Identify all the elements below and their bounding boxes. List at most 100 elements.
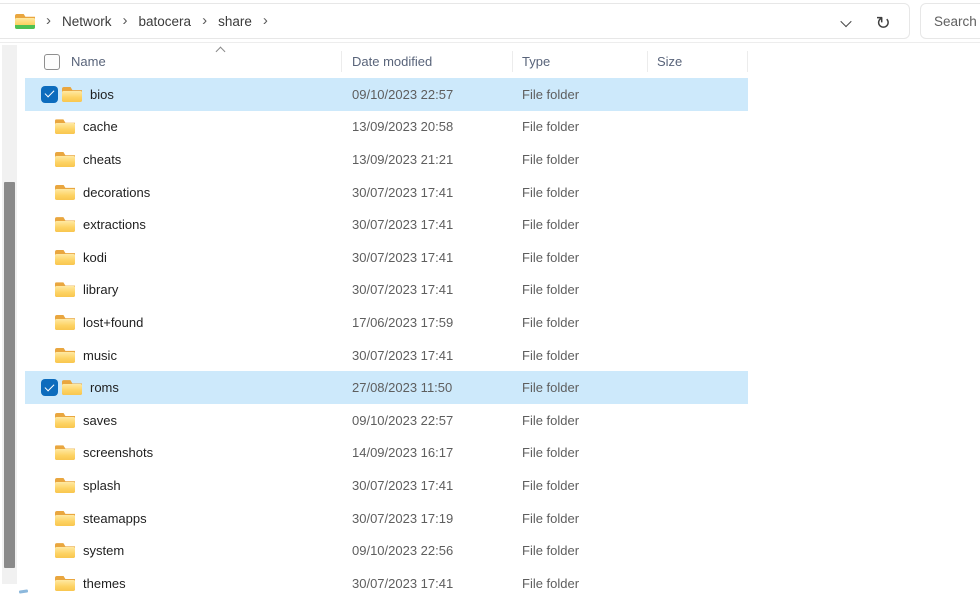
type-cell: File folder	[513, 78, 648, 111]
type-cell: File folder	[513, 371, 648, 404]
size-cell	[648, 78, 748, 111]
type-cell: File folder	[513, 111, 648, 144]
breadcrumb-item-batocera[interactable]: batocera	[137, 10, 194, 33]
file-name: cheats	[83, 152, 121, 167]
folder-icon	[55, 119, 75, 134]
breadcrumb-item-Network[interactable]: Network	[60, 10, 114, 33]
folder-icon	[55, 185, 75, 200]
table-row[interactable]: themes30/07/2023 17:41File folder	[25, 567, 748, 597]
table-row[interactable]: music 30/07/2023 17:41File folder	[25, 339, 748, 372]
file-name: cache	[83, 119, 118, 134]
folder-icon	[62, 87, 82, 102]
column-header-size[interactable]: Size	[648, 45, 748, 78]
date-modified-cell: 30/07/2023 17:41	[342, 469, 513, 502]
vertical-scrollbar[interactable]	[2, 45, 17, 584]
select-all-checkbox[interactable]	[44, 54, 60, 70]
type-cell: File folder	[513, 469, 648, 502]
folder-icon	[55, 478, 75, 493]
toolbar: ›Network›batocera›share› ↻ Search sha	[0, 0, 980, 43]
size-cell	[648, 339, 748, 372]
scrollbar-thumb[interactable]	[4, 182, 15, 568]
checked-checkbox[interactable]	[41, 379, 58, 396]
address-bar[interactable]: ›Network›batocera›share› ↻	[0, 3, 910, 39]
name-cell: library	[25, 274, 342, 307]
file-list: NameDate modifiedTypeSize bios09/10/2023…	[25, 45, 748, 597]
size-cell	[648, 208, 748, 241]
column-header-type[interactable]: Type	[513, 45, 648, 78]
refresh-icon: ↻	[875, 14, 890, 32]
folder-icon	[55, 576, 75, 591]
name-cell: cheats	[25, 143, 342, 176]
type-cell: File folder	[513, 241, 648, 274]
table-row[interactable]: lost+found17/06/2023 17:59File folder	[25, 306, 748, 339]
refresh-button[interactable]: ↻	[871, 10, 895, 36]
table-row[interactable]: saves09/10/2023 22:57File folder	[25, 404, 748, 437]
table-row[interactable]: cheats13/09/2023 21:21File folder	[25, 143, 748, 176]
type-cell: File folder	[513, 404, 648, 437]
column-header-date-modified[interactable]: Date modified	[342, 45, 513, 78]
size-cell	[648, 274, 748, 307]
date-modified-cell: 30/07/2023 17:41	[342, 274, 513, 307]
file-name: splash	[83, 478, 121, 493]
table-row[interactable]: system09/10/2023 22:56File folder	[25, 534, 748, 567]
file-name: steamapps	[83, 511, 147, 526]
table-row[interactable]: splash 30/07/2023 17:41File folder	[25, 469, 748, 502]
name-cell: kodi	[25, 241, 342, 274]
folder-icon	[55, 315, 75, 330]
size-cell	[648, 176, 748, 209]
date-modified-cell: 09/10/2023 22:56	[342, 534, 513, 567]
name-cell: system	[25, 534, 342, 567]
name-cell: bios	[25, 78, 342, 111]
name-cell: music	[25, 339, 342, 372]
table-row[interactable]: decorations30/07/2023 17:41File folder	[25, 176, 748, 209]
checked-checkbox[interactable]	[41, 86, 58, 103]
size-cell	[648, 502, 748, 535]
date-modified-cell: 30/07/2023 17:41	[342, 339, 513, 372]
breadcrumb-item-share[interactable]: share	[216, 10, 254, 33]
size-cell	[648, 241, 748, 274]
folder-icon	[55, 543, 75, 558]
table-row[interactable]: roms27/08/2023 11:50File folder	[25, 371, 748, 404]
size-cell	[648, 371, 748, 404]
name-cell: roms	[25, 371, 342, 404]
type-cell: File folder	[513, 437, 648, 470]
breadcrumb-separator: ›	[123, 13, 128, 30]
search-box[interactable]: Search sha	[920, 3, 980, 39]
folder-icon	[55, 511, 75, 526]
table-row[interactable]: kodi30/07/2023 17:41File folder	[25, 241, 748, 274]
name-cell: cache	[25, 111, 342, 144]
file-name: music	[83, 348, 117, 363]
table-row[interactable]: cache13/09/2023 20:58File folder	[25, 111, 748, 144]
type-cell: File folder	[513, 339, 648, 372]
date-modified-cell: 09/10/2023 22:57	[342, 404, 513, 437]
date-modified-cell: 13/09/2023 21:21	[342, 143, 513, 176]
size-cell	[648, 567, 748, 597]
folder-icon	[55, 445, 75, 460]
folder-icon	[55, 217, 75, 232]
name-cell: screenshots	[25, 437, 342, 470]
column-headers: Name Date modifiedType Size	[25, 45, 748, 78]
column-header-label: Name	[71, 54, 106, 69]
file-name: lost+found	[83, 315, 143, 330]
table-row[interactable]: screenshots14/09/2023 16:17File folder	[25, 437, 748, 470]
file-name: extractions	[83, 217, 146, 232]
file-name: roms	[90, 380, 119, 395]
address-dropdown-button[interactable]	[835, 12, 857, 34]
date-modified-cell: 14/09/2023 16:17	[342, 437, 513, 470]
column-header-label: Size	[657, 54, 682, 69]
size-cell	[648, 534, 748, 567]
name-cell: saves	[25, 404, 342, 437]
name-cell: steamapps	[25, 502, 342, 535]
size-cell	[648, 306, 748, 339]
column-header-name[interactable]: Name	[25, 45, 342, 78]
table-row[interactable]: steamapps30/07/2023 17:19File folder	[25, 502, 748, 535]
name-cell: themes	[25, 567, 342, 597]
name-cell: splash	[25, 469, 342, 502]
table-row[interactable]: extractions30/07/2023 17:41File folder	[25, 208, 748, 241]
breadcrumb-separator: ›	[202, 13, 207, 30]
size-cell	[648, 437, 748, 470]
table-row[interactable]: bios09/10/2023 22:57File folder	[25, 78, 748, 111]
folder-icon	[55, 152, 75, 167]
type-cell: File folder	[513, 534, 648, 567]
table-row[interactable]: library30/07/2023 17:41File folder	[25, 274, 748, 307]
